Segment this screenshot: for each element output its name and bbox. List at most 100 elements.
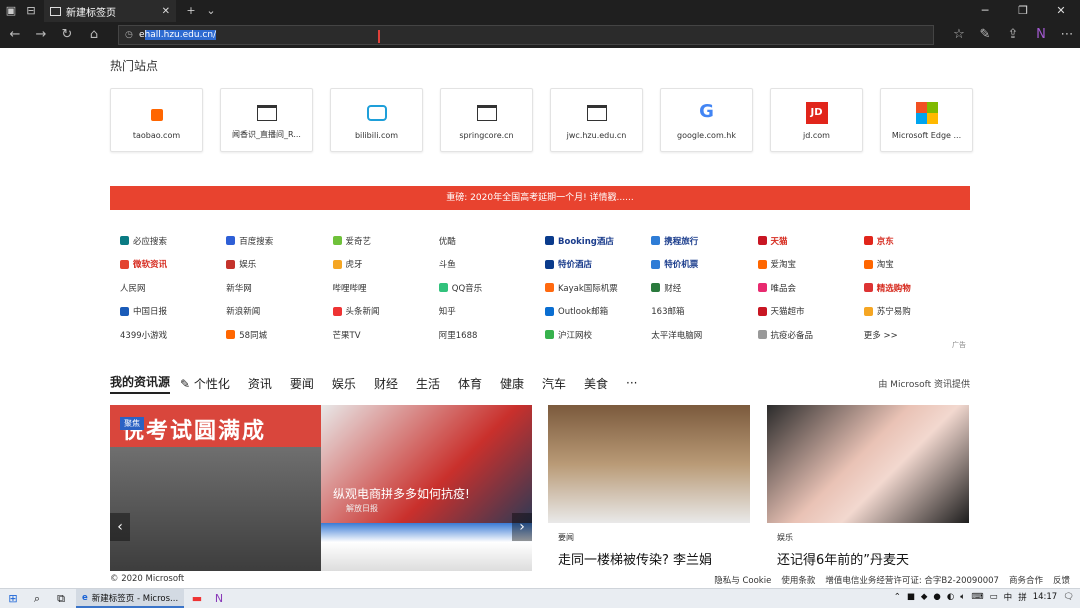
footer-link-license[interactable]: 增值电信业务经营许可证: 合字B2-20090007 bbox=[825, 574, 999, 586]
quick-link[interactable]: 知乎 bbox=[439, 305, 545, 317]
quick-link[interactable]: 必应搜索 bbox=[120, 235, 226, 247]
refresh-icon[interactable]: ↻ bbox=[58, 26, 76, 44]
quick-link[interactable]: 天猫 bbox=[757, 235, 864, 247]
footer-link-terms[interactable]: 使用条款 bbox=[781, 574, 815, 586]
tab-sports[interactable]: 体育 bbox=[458, 375, 482, 392]
footer-link-feedback[interactable]: 反馈 bbox=[1053, 574, 1070, 586]
chevron-up-icon[interactable]: ⌃ bbox=[894, 592, 901, 602]
tray-app-icon[interactable]: ◆ bbox=[921, 592, 928, 602]
quick-link[interactable]: 哔哩哔哩 bbox=[333, 282, 439, 294]
quick-link[interactable]: 精选购物 bbox=[863, 282, 970, 294]
quick-link[interactable]: 斗鱼 bbox=[439, 258, 545, 270]
carousel-prev-icon[interactable]: ‹ bbox=[110, 513, 130, 541]
tab-my-feed[interactable]: 我的资讯源 bbox=[110, 373, 171, 394]
qq-icon[interactable]: ● bbox=[933, 592, 940, 602]
tab-personalize[interactable]: ✎ 个性化 bbox=[180, 375, 230, 392]
quick-link[interactable]: 爱淘宝 bbox=[757, 258, 864, 270]
quick-link[interactable]: 太平洋电脑网 bbox=[651, 329, 757, 341]
quick-link[interactable]: Kayak国际机票 bbox=[545, 282, 651, 294]
quick-link[interactable]: 头条新闻 bbox=[332, 305, 439, 317]
feature-caption[interactable]: 纵观电商拼多多如何抗疫! bbox=[333, 485, 470, 502]
taskbar-edge-app[interactable]: e 新建标签页 - Micros... bbox=[76, 589, 184, 608]
news-card-3[interactable]: 娱乐 还记得6年前的”丹麦天 bbox=[767, 405, 969, 571]
tab-entertainment[interactable]: 娱乐 bbox=[332, 375, 356, 392]
close-tab-icon[interactable]: ✕ bbox=[162, 6, 170, 17]
tray-app-icon[interactable]: ■ bbox=[907, 592, 915, 602]
tile-jwc[interactable]: jwc.hzu.edu.cn bbox=[550, 88, 643, 152]
quick-link[interactable]: 天猫超市 bbox=[757, 305, 864, 317]
notification-icon[interactable]: 🗨︎ bbox=[1063, 592, 1074, 602]
restore-icon[interactable]: ❐ bbox=[1004, 0, 1042, 22]
battery-icon[interactable]: ▭ bbox=[990, 592, 998, 602]
quick-link[interactable]: 中国日报 bbox=[120, 305, 226, 317]
quick-link[interactable]: 人民网 bbox=[120, 282, 226, 294]
tab-headlines[interactable]: 要闻 bbox=[290, 375, 314, 392]
tab-finance[interactable]: 财经 bbox=[374, 375, 398, 392]
quick-link[interactable]: 优酷 bbox=[439, 235, 545, 247]
quick-link[interactable]: 京东 bbox=[863, 235, 970, 247]
tab-actions-icon[interactable]: ⊟ bbox=[24, 4, 38, 18]
quick-link[interactable]: 163邮箱 bbox=[651, 305, 757, 317]
quick-link[interactable]: 娱乐 bbox=[226, 258, 332, 270]
quick-link[interactable]: 沪江网校 bbox=[545, 329, 651, 341]
volume-icon[interactable]: 🔈︎ bbox=[960, 592, 965, 602]
tile-google[interactable]: G google.com.hk bbox=[660, 88, 753, 152]
quick-link[interactable]: 抗疫必备品 bbox=[757, 329, 864, 341]
quick-link[interactable]: 芒果TV bbox=[333, 329, 439, 341]
back-icon[interactable]: ← bbox=[6, 26, 24, 44]
quick-link[interactable]: 唯品会 bbox=[757, 282, 864, 294]
address-bar[interactable]: ◷ ehall.hzu.edu.cn/ bbox=[118, 25, 934, 45]
minimize-icon[interactable]: ─ bbox=[966, 0, 1004, 22]
tab-new-tab[interactable]: 新建标签页 ✕ bbox=[44, 0, 176, 22]
ime-indicator[interactable]: 中 bbox=[1004, 591, 1013, 603]
window-menu-icon[interactable]: ▣ bbox=[4, 4, 18, 18]
footer-link-business[interactable]: 商务合作 bbox=[1009, 574, 1043, 586]
tray-app-icon[interactable]: ◐ bbox=[947, 592, 954, 602]
tab-auto[interactable]: 汽车 bbox=[542, 375, 566, 392]
quick-link[interactable]: 阿里1688 bbox=[439, 329, 545, 341]
tile-jd[interactable]: JD jd.com bbox=[770, 88, 863, 152]
more-icon[interactable]: ⋯ bbox=[1058, 26, 1076, 44]
share-icon[interactable]: ⇪ bbox=[1004, 26, 1022, 44]
pen-icon[interactable]: ✎ bbox=[976, 26, 994, 44]
quick-link[interactable]: 新浪新闻 bbox=[226, 305, 332, 317]
close-window-icon[interactable]: ✕ bbox=[1042, 0, 1080, 22]
ime-mode-indicator[interactable]: 拼 bbox=[1018, 591, 1027, 603]
news-headline[interactable]: 还记得6年前的”丹麦天 bbox=[777, 549, 909, 568]
quick-link[interactable]: 苏宁易购 bbox=[863, 305, 970, 317]
more-tabs-icon[interactable]: ··· bbox=[626, 376, 637, 390]
forward-icon[interactable]: → bbox=[32, 26, 50, 44]
tab-food[interactable]: 美食 bbox=[584, 375, 608, 392]
search-icon[interactable]: ⌕ bbox=[30, 592, 44, 606]
onenote-taskbar-icon[interactable]: N bbox=[212, 592, 226, 606]
quick-link[interactable]: 微软资讯 bbox=[120, 258, 226, 270]
feature-card[interactable]: 悦考试圆满成 聚焦 纵观电商拼多多如何抗疫! 解放日报 ‹ › bbox=[110, 405, 532, 571]
news-card-2[interactable]: 要闻 走同一楼梯被传染? 李兰娟 bbox=[548, 405, 750, 571]
quick-link[interactable]: QQ音乐 bbox=[438, 282, 545, 294]
quick-link[interactable]: 财经 bbox=[651, 282, 757, 294]
onenote-icon[interactable]: N bbox=[1032, 26, 1050, 44]
windows-start-icon[interactable]: ⊞ bbox=[6, 592, 20, 606]
promo-banner[interactable]: 重磅: 2020年全国高考延期一个月! 详情戳...... bbox=[110, 186, 970, 210]
clock[interactable]: 14:17 bbox=[1033, 592, 1058, 602]
quick-link[interactable]: 58同城 bbox=[226, 329, 332, 341]
task-view-icon[interactable]: ⧉ bbox=[54, 592, 68, 606]
quick-link[interactable]: 特价酒店 bbox=[545, 258, 651, 270]
tab-health[interactable]: 健康 bbox=[500, 375, 524, 392]
chevron-down-icon[interactable]: ⌄ bbox=[204, 4, 218, 18]
tile-livestream[interactable]: 闻香识_直播间_R... bbox=[220, 88, 313, 152]
tile-taobao[interactable]: taobao.com bbox=[110, 88, 203, 152]
quick-link[interactable]: 淘宝 bbox=[863, 258, 970, 270]
tab-news[interactable]: 资讯 bbox=[248, 375, 272, 392]
quick-link[interactable]: 新华网 bbox=[226, 282, 332, 294]
tile-bilibili[interactable]: bilibili.com bbox=[330, 88, 423, 152]
quick-link[interactable]: 虎牙 bbox=[332, 258, 439, 270]
favorites-icon[interactable]: ☆ bbox=[950, 26, 968, 44]
taskbar-app-icon[interactable]: ▬ bbox=[190, 592, 204, 606]
quick-link[interactable]: 4399小游戏 bbox=[120, 329, 226, 341]
quick-link[interactable]: 爱奇艺 bbox=[332, 235, 439, 247]
quick-link[interactable]: Outlook邮箱 bbox=[545, 305, 651, 317]
quick-link[interactable]: 百度搜索 bbox=[226, 235, 332, 247]
quick-link[interactable]: 携程旅行 bbox=[651, 235, 757, 247]
new-tab-icon[interactable]: + bbox=[184, 4, 198, 18]
